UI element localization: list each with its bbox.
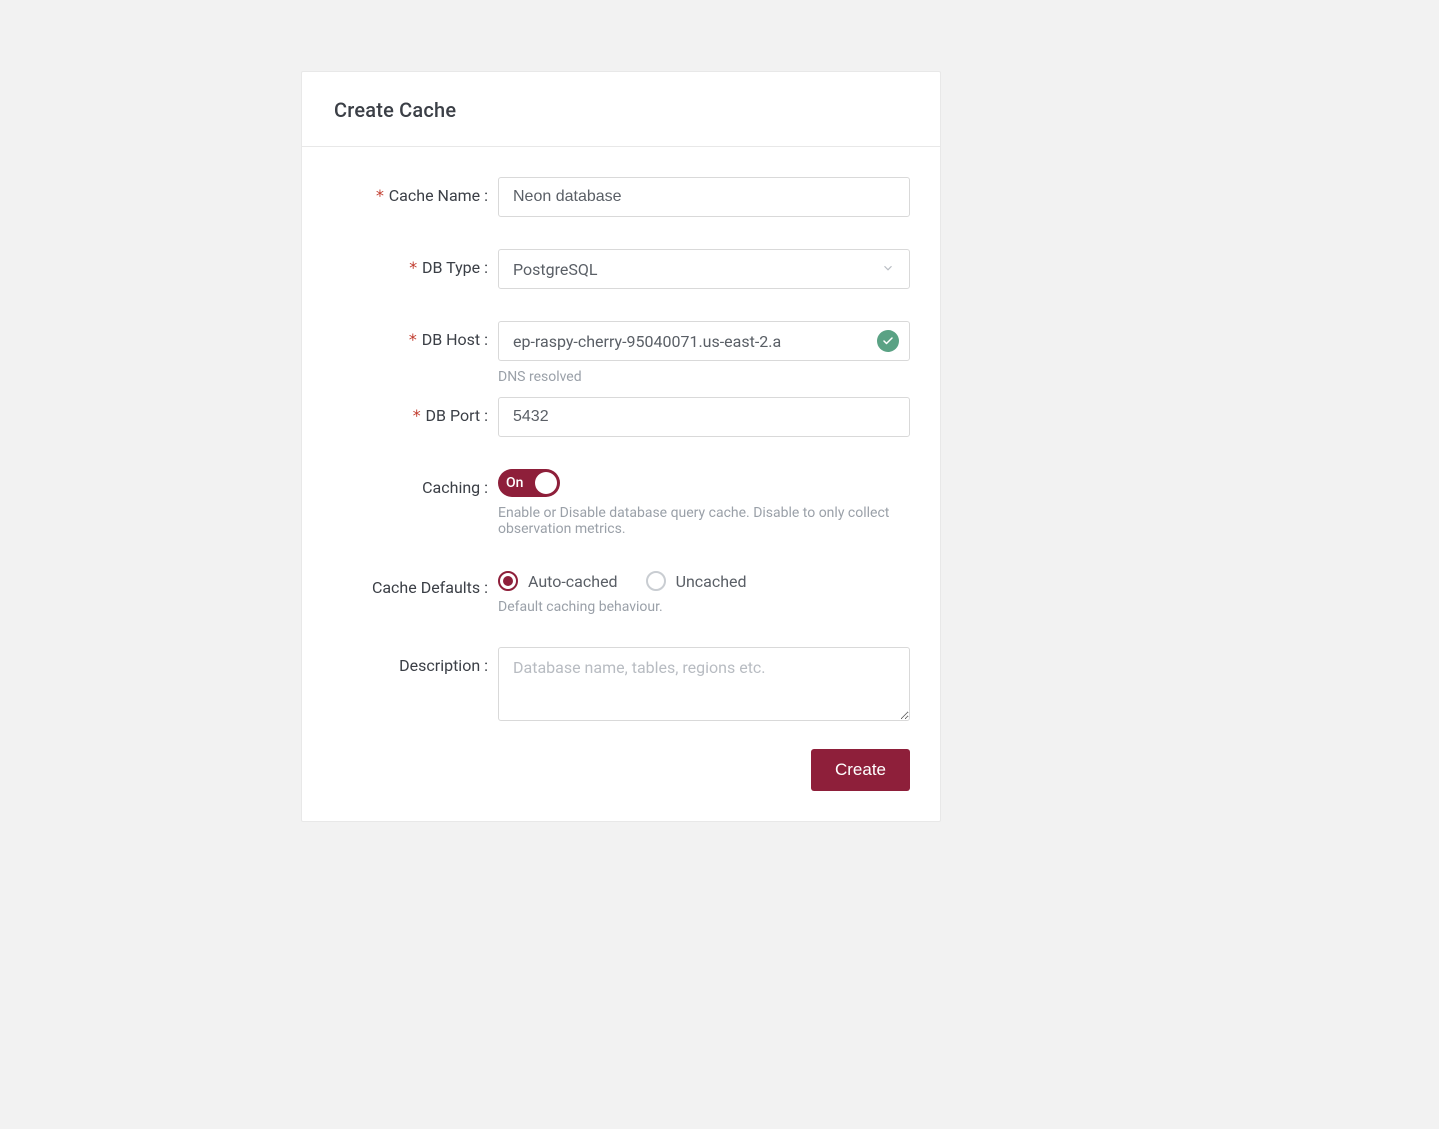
required-asterisk-icon: * xyxy=(412,406,422,425)
radio-uncached[interactable]: Uncached xyxy=(646,571,747,591)
label-db-port: *DB Port : xyxy=(332,397,498,425)
caching-help: Enable or Disable database query cache. … xyxy=(498,505,910,537)
required-asterisk-icon: * xyxy=(375,186,385,205)
radio-icon xyxy=(646,571,666,591)
form-actions: Create xyxy=(332,749,910,791)
field-caching: On Enable or Disable database query cach… xyxy=(498,469,910,537)
db-type-value: PostgreSQL xyxy=(513,260,597,279)
field-db-type: PostgreSQL xyxy=(498,249,910,289)
row-db-type: *DB Type : PostgreSQL xyxy=(332,249,910,289)
label-cache-name: *Cache Name : xyxy=(332,177,498,205)
card-header: Create Cache xyxy=(302,72,940,147)
row-cache-defaults: Cache Defaults : Auto-cached Uncached De… xyxy=(332,569,910,615)
label-text: Caching : xyxy=(422,478,488,497)
label-text: DB Host : xyxy=(422,330,488,349)
radio-label: Uncached xyxy=(676,572,747,591)
radio-label: Auto-cached xyxy=(528,572,618,591)
label-text: Description : xyxy=(399,656,488,675)
field-description xyxy=(498,647,910,725)
required-asterisk-icon: * xyxy=(408,330,418,349)
field-cache-defaults: Auto-cached Uncached Default caching beh… xyxy=(498,569,910,615)
row-db-host: *DB Host : ep-raspy-cherry-95040071.us-e… xyxy=(332,321,910,385)
label-text: Cache Defaults : xyxy=(372,578,488,597)
row-db-port: *DB Port : xyxy=(332,397,910,437)
db-host-help: DNS resolved xyxy=(498,369,910,385)
label-text: DB Port : xyxy=(426,406,488,425)
cache-defaults-help: Default caching behaviour. xyxy=(498,599,910,615)
field-db-port xyxy=(498,397,910,437)
card-body: *Cache Name : *DB Type : PostgreSQL xyxy=(302,147,940,821)
db-type-select[interactable]: PostgreSQL xyxy=(498,249,910,289)
label-caching: Caching : xyxy=(332,469,498,497)
radio-auto-cached[interactable]: Auto-cached xyxy=(498,571,618,591)
cache-defaults-radio-group: Auto-cached Uncached xyxy=(498,569,910,591)
label-text: DB Type : xyxy=(422,258,488,277)
chevron-down-icon xyxy=(881,260,895,279)
check-circle-icon xyxy=(877,330,899,352)
field-cache-name xyxy=(498,177,910,217)
cache-name-input[interactable] xyxy=(498,177,910,217)
label-db-type: *DB Type : xyxy=(332,249,498,277)
row-caching: Caching : On Enable or Disable database … xyxy=(332,469,910,537)
radio-icon xyxy=(498,571,518,591)
toggle-knob xyxy=(535,472,557,494)
label-description: Description : xyxy=(332,647,498,675)
db-host-input[interactable]: ep-raspy-cherry-95040071.us-east-2.a xyxy=(498,321,910,361)
label-db-host: *DB Host : xyxy=(332,321,498,349)
create-button[interactable]: Create xyxy=(811,749,910,791)
db-host-value: ep-raspy-cherry-95040071.us-east-2.a xyxy=(513,332,781,351)
field-db-host: ep-raspy-cherry-95040071.us-east-2.a DNS… xyxy=(498,321,910,385)
required-asterisk-icon: * xyxy=(408,258,418,277)
description-textarea[interactable] xyxy=(498,647,910,721)
toggle-state-text: On xyxy=(506,475,523,491)
row-description: Description : xyxy=(332,647,910,725)
label-cache-defaults: Cache Defaults : xyxy=(332,569,498,597)
create-cache-card: Create Cache *Cache Name : *DB Type : Po… xyxy=(301,71,941,822)
caching-toggle[interactable]: On xyxy=(498,469,560,497)
label-text: Cache Name : xyxy=(389,186,488,205)
card-title: Create Cache xyxy=(334,98,908,122)
db-port-input[interactable] xyxy=(498,397,910,437)
row-cache-name: *Cache Name : xyxy=(332,177,910,217)
